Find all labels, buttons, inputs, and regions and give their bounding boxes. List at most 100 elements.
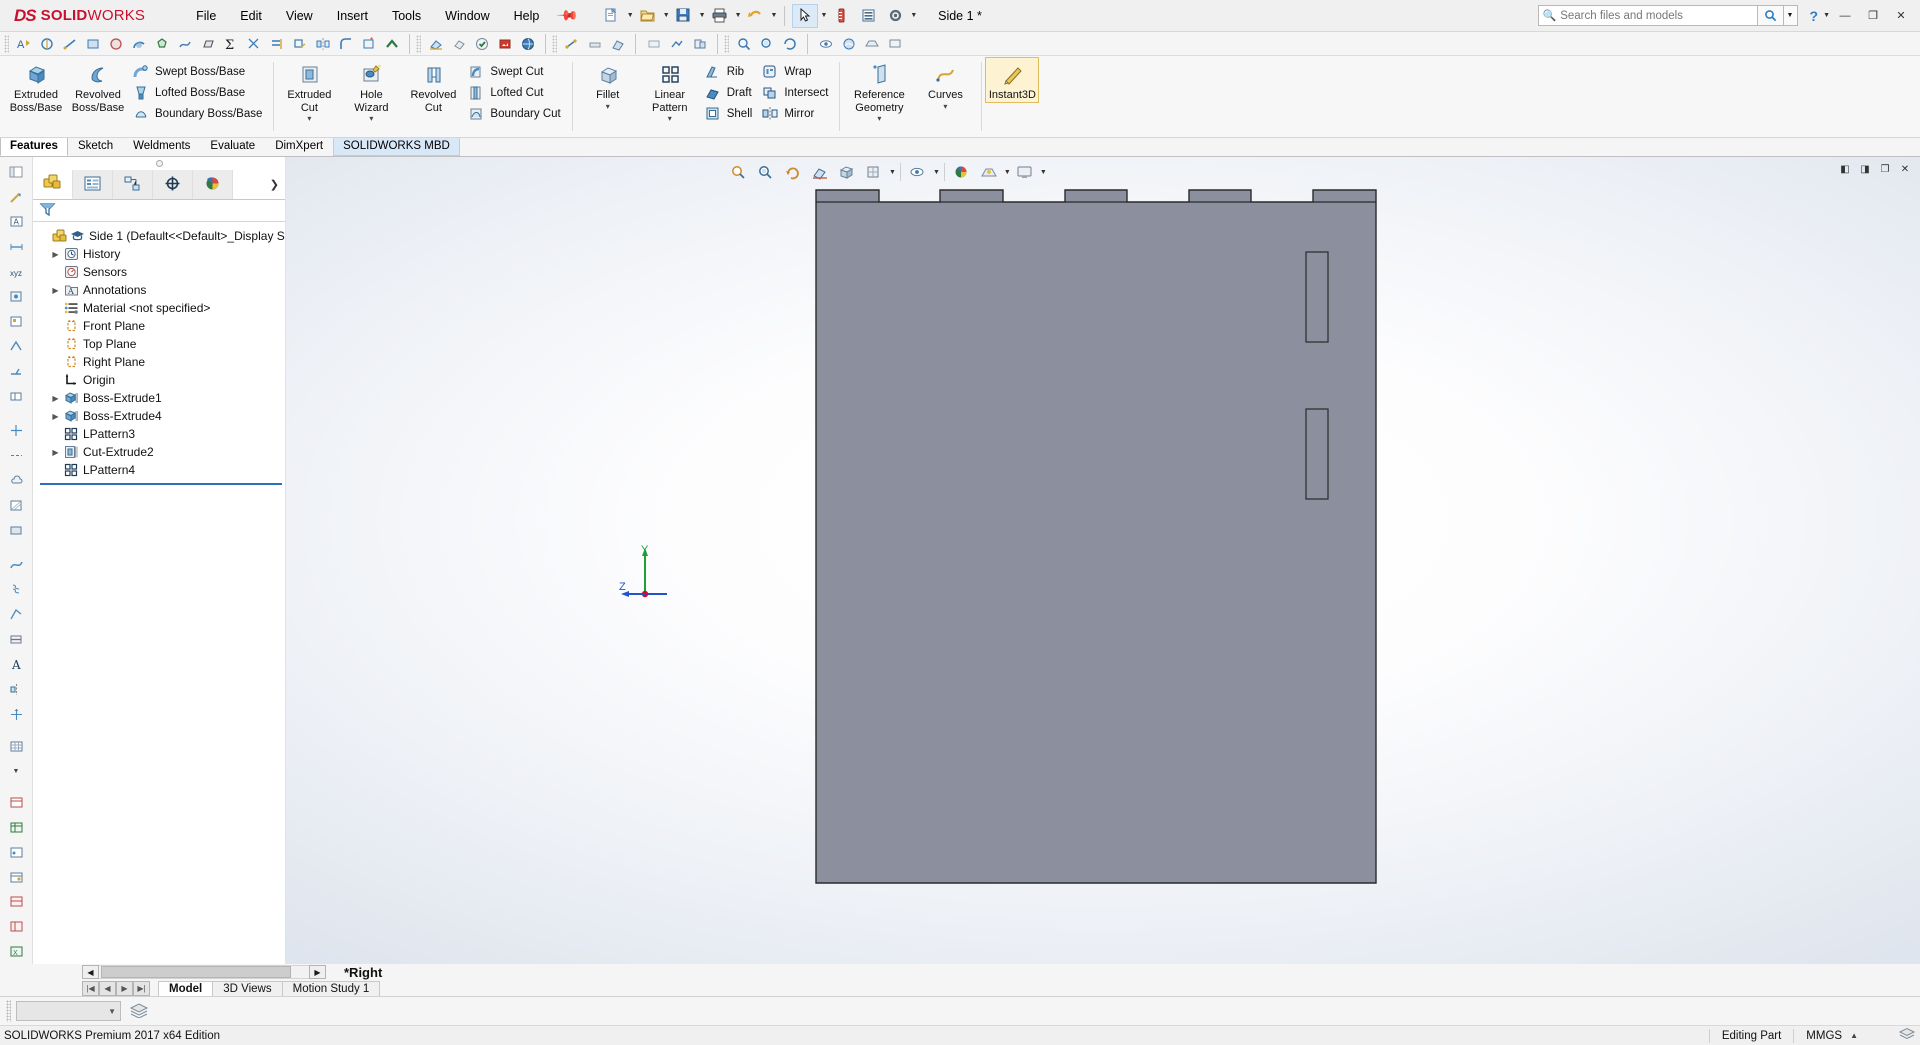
display-delete-relations-icon[interactable]: * <box>357 33 380 54</box>
zoom-to-area-button[interactable] <box>753 161 779 183</box>
graphics-area[interactable]: ▼ ▼ ▼ ▼ ◧ ◨ ❐ ✕ Y Z <box>285 157 1920 964</box>
tree-cut-extrude2[interactable]: ▶ Cut-Extrude2 <box>37 443 285 461</box>
helix-icon[interactable] <box>3 577 29 602</box>
section-properties-icon[interactable] <box>606 33 629 54</box>
print-document-button[interactable] <box>707 4 733 28</box>
menu-item-file[interactable]: File <box>184 5 228 27</box>
spline-icon[interactable] <box>173 33 196 54</box>
boundary-cut-button[interactable]: Boundary Cut <box>464 103 566 124</box>
revision-cloud-icon[interactable] <box>3 468 29 493</box>
status-units-caret-icon[interactable]: ▲ <box>1850 1031 1858 1040</box>
mirror-entities-icon[interactable] <box>311 33 334 54</box>
trim-entities-icon[interactable] <box>242 33 265 54</box>
datum-feature-icon[interactable] <box>3 309 29 334</box>
toolbar-grip-3[interactable] <box>552 34 557 53</box>
fm-tab-configuration-manager[interactable] <box>113 170 153 199</box>
restore-split-left-icon[interactable]: ◧ <box>1836 161 1854 177</box>
move-entities-icon[interactable] <box>3 702 29 727</box>
mirror-button[interactable]: Mirror <box>758 103 834 124</box>
save-image-icon[interactable] <box>493 33 516 54</box>
tab-prev-icon[interactable]: ◀ <box>99 980 116 996</box>
tree-lpattern3[interactable]: LPattern3 <box>37 425 285 443</box>
revision-table-icon[interactable] <box>3 865 29 890</box>
text-tool-icon[interactable]: A <box>3 652 29 677</box>
hide-show-caret-icon[interactable]: ▼ <box>933 169 940 176</box>
mass-properties-icon[interactable] <box>583 33 606 54</box>
weld-symbol-icon[interactable] <box>3 359 29 384</box>
feature-manager-drag-handle[interactable] <box>33 157 285 170</box>
tree-history[interactable]: ▶ History <box>37 245 285 263</box>
curve-tool-icon[interactable] <box>3 553 29 578</box>
linear-pattern-button[interactable]: Linear Pattern ▾ <box>639 58 701 123</box>
hide-show-items-button[interactable] <box>905 161 931 183</box>
revolved-boss-base-button[interactable]: Revolved Boss/Base <box>67 58 129 114</box>
scroll-track[interactable] <box>99 965 309 979</box>
revolved-cut-button[interactable]: Revolved Cut <box>402 58 464 114</box>
swept-boss-base-button[interactable]: Swept Boss/Base <box>129 61 268 82</box>
table-caret-icon[interactable]: ▼ <box>3 759 29 784</box>
scroll-left-icon[interactable]: ◀ <box>82 965 99 979</box>
menu-item-window[interactable]: Window <box>433 5 501 27</box>
tree-material[interactable]: Material <not specified> <box>37 299 285 317</box>
print-document-caret-icon[interactable]: ▼ <box>735 12 742 19</box>
reference-geometry-caret-icon[interactable]: ▾ <box>845 115 913 123</box>
options-caret-icon[interactable]: ▼ <box>910 12 917 19</box>
tab-solidworks-mbd[interactable]: SOLIDWORKS MBD <box>333 137 460 156</box>
extruded-boss-base-button[interactable]: Extruded Boss/Base <box>5 58 67 114</box>
tree-cut-extrude2-expander[interactable]: ▶ <box>49 448 62 457</box>
bottom-tab-motion-study[interactable]: Motion Study 1 <box>281 980 381 996</box>
tree-root[interactable]: Side 1 (Default<<Default>_Display St <box>37 227 285 245</box>
search-input[interactable]: 🔍 Search files and models <box>1537 5 1758 26</box>
zoom-to-fit-button[interactable] <box>726 161 752 183</box>
view-orientation-icon[interactable] <box>447 33 470 54</box>
configuration-dropdown[interactable]: ▼ <box>16 1001 121 1021</box>
part-geometry[interactable] <box>286 157 1920 964</box>
extruded-cut-caret-icon[interactable]: ▾ <box>279 115 339 123</box>
apply-scene-icon[interactable] <box>860 33 883 54</box>
fm-tab-display-manager[interactable] <box>193 170 233 199</box>
hole-table-icon[interactable] <box>3 840 29 865</box>
polygon-icon[interactable] <box>150 33 173 54</box>
tab-weldments[interactable]: Weldments <box>123 137 200 156</box>
display-style-caret-icon[interactable]: ▼ <box>889 169 896 176</box>
assembly-visualization-icon[interactable] <box>642 33 665 54</box>
split-line-icon[interactable] <box>3 627 29 652</box>
edit-appearance-icon[interactable] <box>837 33 860 54</box>
bottom-tab-3d-views[interactable]: 3D Views <box>212 980 283 996</box>
toolbar-grip-4[interactable] <box>724 34 729 53</box>
configuration-caret-icon[interactable]: ▼ <box>108 1007 116 1016</box>
projected-curve-icon[interactable] <box>3 602 29 627</box>
bill-of-materials-icon[interactable] <box>3 790 29 815</box>
pushpin-icon[interactable]: 📌 <box>556 3 581 27</box>
extruded-cut-button[interactable]: Extruded Cut ▾ <box>278 58 340 123</box>
tree-boss-extrude1-expander[interactable]: ▶ <box>49 394 62 403</box>
close-icon[interactable]: ✕ <box>1888 5 1914 27</box>
lofted-boss-base-button[interactable]: Lofted Boss/Base <box>129 82 268 103</box>
undo-caret-icon[interactable]: ▼ <box>771 12 778 19</box>
menu-item-help[interactable]: Help <box>502 5 552 27</box>
offset-entities-icon[interactable] <box>265 33 288 54</box>
ordinate-dimension-icon[interactable]: xyz <box>3 260 29 285</box>
parallelogram-icon[interactable] <box>196 33 219 54</box>
view-settings-icon[interactable] <box>883 33 906 54</box>
toolbar-grip-2[interactable] <box>416 34 421 53</box>
hide-show-items-icon[interactable] <box>814 33 837 54</box>
reference-geometry-button[interactable]: Reference Geometry ▾ <box>844 58 914 123</box>
circle-icon[interactable] <box>104 33 127 54</box>
open-document-caret-icon[interactable]: ▼ <box>663 12 670 19</box>
view-orientation-button[interactable] <box>834 161 860 183</box>
status-overlay-icon[interactable] <box>1898 1027 1916 1044</box>
section-view-icon[interactable] <box>424 33 447 54</box>
tab-evaluate[interactable]: Evaluate <box>200 137 265 156</box>
appearance-globe-icon[interactable] <box>516 33 539 54</box>
menu-item-view[interactable]: View <box>274 5 325 27</box>
restore-window-icon[interactable]: ❐ <box>1876 161 1894 177</box>
maximize-icon[interactable]: ❐ <box>1860 5 1886 27</box>
fm-tab-feature-tree[interactable] <box>33 170 73 199</box>
fm-tab-property-manager[interactable] <box>73 170 113 199</box>
help-question-icon[interactable]: ? <box>1808 8 1821 24</box>
tab-dimxpert[interactable]: DimXpert <box>265 137 333 156</box>
rectangle-icon[interactable] <box>81 33 104 54</box>
curves-caret-icon[interactable]: ▾ <box>915 102 975 111</box>
layers-icon[interactable] <box>129 1002 149 1021</box>
